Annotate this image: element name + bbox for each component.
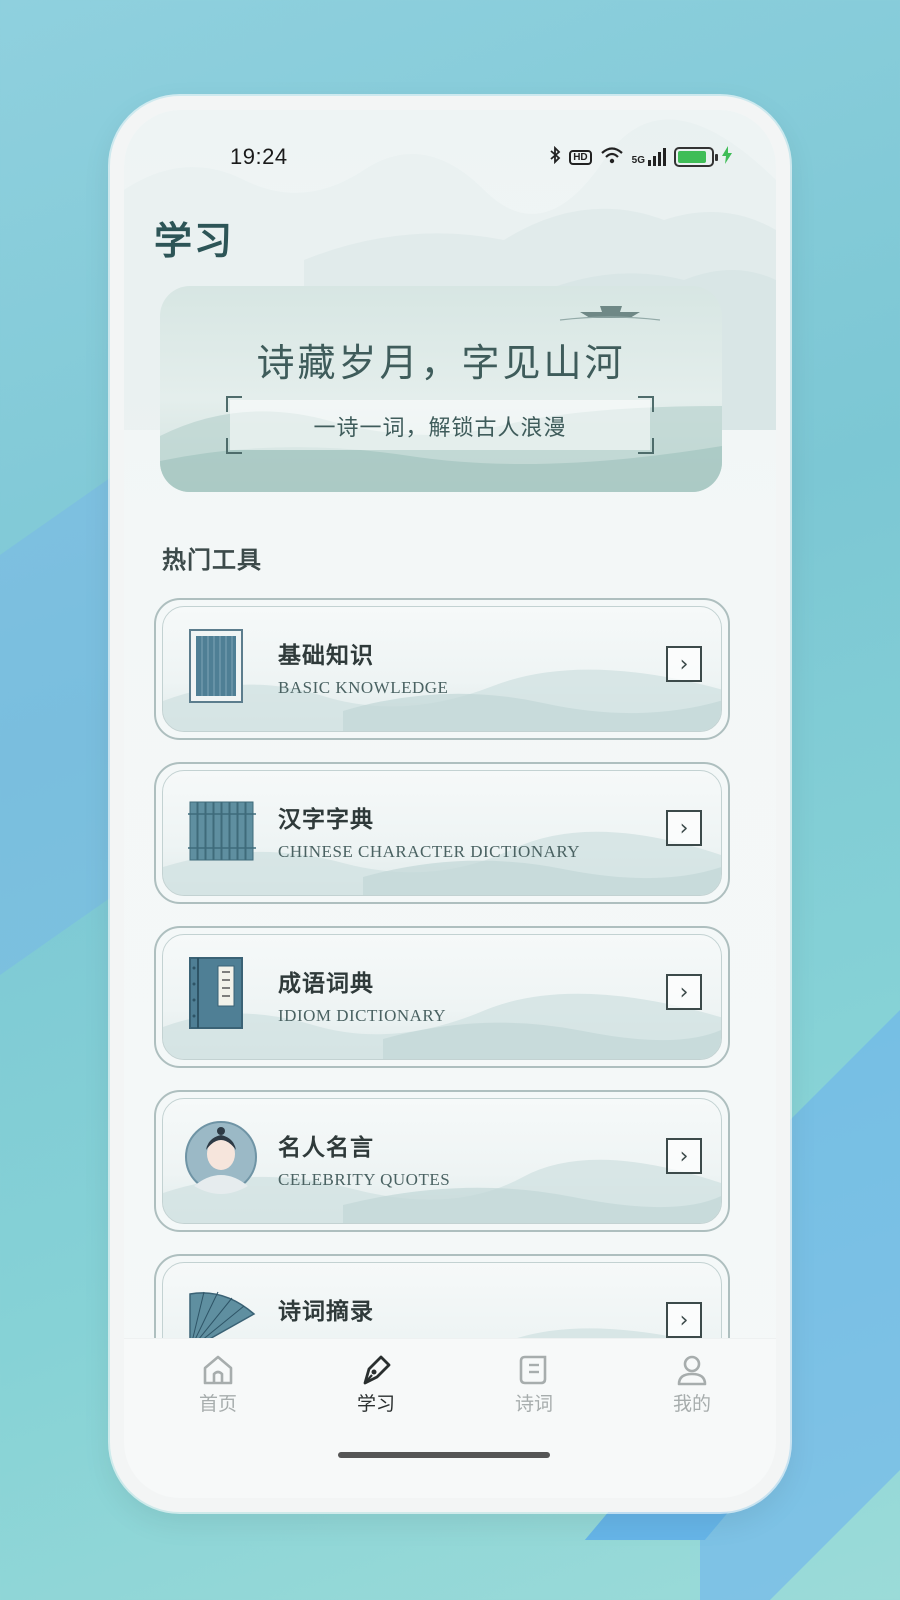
tool-card-basic-knowledge[interactable]: 基础知识 BASIC KNOWLEDGE › xyxy=(154,598,730,740)
bluetooth-icon xyxy=(549,145,561,168)
chevron-right-icon[interactable]: › xyxy=(666,974,702,1010)
tool-english-name: IDIOM DICTIONARY xyxy=(278,1006,447,1025)
battery-icon xyxy=(674,147,718,167)
5g-signal-icon: 5G xyxy=(632,148,666,166)
wifi-icon xyxy=(600,146,624,168)
home-indicator[interactable] xyxy=(338,1452,550,1458)
tool-card-idiom-dictionary[interactable]: 成语词典 IDIOM DICTIONARY › xyxy=(154,926,730,1068)
tool-list: 基础知识 BASIC KNOWLEDGE › 汉字字典 CHINESE CHAR… xyxy=(154,598,730,1338)
tab-study[interactable]: 学习 xyxy=(316,1353,436,1416)
hd-icon: HD xyxy=(569,149,592,165)
banner-subtitle: 一诗一词，解锁古人浪漫 xyxy=(313,416,567,441)
tab-home[interactable]: 首页 xyxy=(158,1353,278,1416)
pen-icon xyxy=(363,1355,391,1385)
tab-poetry[interactable]: 诗词 xyxy=(474,1353,594,1416)
bamboo-slips-icon xyxy=(188,792,258,872)
chevron-right-icon[interactable]: › xyxy=(666,1302,702,1338)
scholar-avatar-icon xyxy=(185,1120,258,1200)
tool-name: 诗词摘录 xyxy=(278,1298,374,1325)
folding-fan-icon xyxy=(188,1284,258,1338)
status-bar: 19:24 HD 5G xyxy=(124,138,776,178)
section-title-hot-tools: 热门工具 xyxy=(162,545,262,574)
page-title: 学习 xyxy=(154,218,235,263)
network-label: 5G xyxy=(631,155,645,166)
status-icons: HD 5G xyxy=(549,145,732,168)
tab-mine[interactable]: 我的 xyxy=(632,1353,752,1416)
tool-card-chinese-character-dictionary[interactable]: 汉字字典 CHINESE CHARACTER DICTIONARY › xyxy=(154,762,730,904)
tool-name: 基础知识 xyxy=(278,642,374,669)
tool-name: 名人名言 xyxy=(278,1134,374,1161)
tab-label: 我的 xyxy=(672,1393,711,1415)
tool-card-poetry-excerpts[interactable]: 诗词摘录 › xyxy=(154,1254,730,1338)
chevron-right-icon[interactable]: › xyxy=(666,1138,702,1174)
tool-english-name: CHINESE CHARACTER DICTIONARY xyxy=(278,842,581,861)
hero-banner: 诗藏岁月，字见山河 一诗一词，解锁古人浪漫 xyxy=(160,286,722,492)
chevron-right-icon[interactable]: › xyxy=(666,646,702,682)
tab-label: 首页 xyxy=(198,1393,237,1415)
bottom-tab-bar: 首页 学习 诗词 我的 xyxy=(124,1338,776,1498)
banner-landscape xyxy=(160,306,722,492)
banner-subtitle-frame: 一诗一词，解锁古人浪漫 xyxy=(226,396,654,454)
tool-english-name: BASIC KNOWLEDGE xyxy=(278,678,449,697)
tool-name: 成语词典 xyxy=(278,970,374,997)
thread-bound-book-icon xyxy=(188,956,258,1036)
tool-name: 汉字字典 xyxy=(278,806,374,833)
user-icon xyxy=(677,1355,707,1386)
book-page-icon xyxy=(188,628,258,708)
app-screen: 19:24 HD 5G 学习 诗藏岁月，字见山河 一诗一词，解锁古人浪漫 热门工… xyxy=(124,110,776,1498)
scroll-icon xyxy=(519,1355,547,1385)
banner-title: 诗藏岁月，字见山河 xyxy=(256,341,626,385)
charging-icon xyxy=(722,146,732,168)
home-icon xyxy=(203,1355,233,1385)
tool-english-name: CELEBRITY QUOTES xyxy=(278,1170,451,1189)
tool-card-celebrity-quotes[interactable]: 名人名言 CELEBRITY QUOTES › xyxy=(154,1090,730,1232)
tab-label: 学习 xyxy=(356,1393,395,1415)
tab-label: 诗词 xyxy=(514,1393,553,1415)
status-time: 19:24 xyxy=(230,144,288,169)
phone-frame: 19:24 HD 5G 学习 诗藏岁月，字见山河 一诗一词，解锁古人浪漫 热门工… xyxy=(110,96,790,1512)
chevron-right-icon[interactable]: › xyxy=(666,810,702,846)
